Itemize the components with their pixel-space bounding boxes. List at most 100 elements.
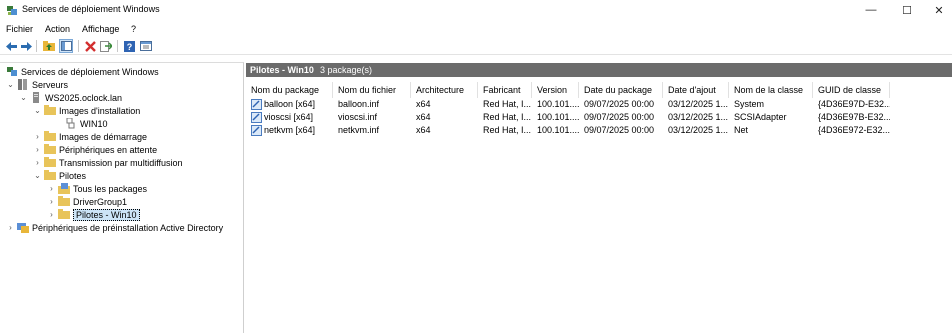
image-group-icon	[65, 117, 77, 129]
tree-label: Tous les packages	[73, 183, 148, 194]
console-tree: Services de déploiement Windows ⌄ Serveu…	[0, 62, 244, 333]
toolbar: ?	[0, 37, 952, 55]
column-header[interactable]: Version	[532, 82, 579, 98]
properties-icon[interactable]	[139, 39, 153, 53]
chevron-right-icon[interactable]: ›	[47, 197, 56, 206]
close-button[interactable]: ✕	[922, 0, 952, 20]
table-header-row: Nom du package Nom du fichier Architectu…	[246, 82, 952, 98]
help-icon[interactable]: ?	[122, 39, 136, 53]
chevron-right-icon[interactable]: ›	[33, 145, 42, 154]
table-cell: x64	[416, 112, 431, 122]
tree-item-multicast[interactable]: › Transmission par multidiffusion	[33, 156, 183, 169]
details-title: Pilotes - Win10	[250, 65, 314, 75]
column-header[interactable]: GUID de classe	[813, 82, 890, 98]
driver-package-icon	[251, 99, 262, 110]
cell-text: balloon [x64]	[264, 99, 316, 109]
toolbar-separator	[78, 40, 79, 52]
menu-fichier[interactable]: Fichier	[6, 24, 33, 34]
folder-icon	[58, 196, 70, 207]
server-icon	[30, 92, 42, 103]
tree-label: Périphériques de préinstallation Active …	[32, 222, 224, 233]
tree-item-drivers-win10[interactable]: › Pilotes - Win10	[47, 208, 140, 221]
driver-package-icon	[251, 125, 262, 136]
ad-devices-icon	[17, 222, 29, 233]
driver-package-icon	[251, 112, 262, 123]
table-cell: Red Hat, I...	[483, 125, 532, 135]
tree-item-drivergroup1[interactable]: › DriverGroup1	[47, 195, 127, 208]
folder-icon	[44, 157, 56, 168]
column-header[interactable]: Nom du fichier	[333, 82, 411, 98]
tree-item-ad-prestaged[interactable]: › Périphériques de préinstallation Activ…	[6, 221, 223, 234]
table-cell: Red Hat, I...	[483, 112, 532, 122]
table-cell: 100.101....	[537, 112, 579, 122]
table-cell: System	[734, 99, 765, 109]
export-icon[interactable]	[99, 39, 113, 53]
tree-root[interactable]: Services de déploiement Windows	[4, 65, 159, 78]
table-cell: 03/12/2025 1...	[668, 112, 729, 122]
table-cell: x64	[416, 125, 431, 135]
tree-item-install-images[interactable]: ⌄ Images d'installation	[33, 104, 140, 117]
folder-icon	[44, 144, 56, 155]
details-header: Pilotes - Win10 3 package(s)	[246, 63, 952, 77]
chevron-down-icon[interactable]: ⌄	[6, 80, 15, 89]
chevron-right-icon[interactable]: ›	[47, 210, 56, 219]
maximize-button[interactable]: ☐	[890, 0, 924, 20]
table-row[interactable]: netkvm [x64] netkvm.inf x64 Red Hat, I..…	[246, 124, 952, 137]
table-cell: Net	[734, 125, 749, 135]
table-cell: vioscsi.inf	[338, 112, 378, 122]
table-cell: 09/07/2025 00:00	[584, 112, 655, 122]
tree-label: Pilotes	[59, 170, 87, 181]
menu-action[interactable]: Action	[45, 24, 70, 34]
chevron-right-icon[interactable]: ›	[33, 158, 42, 167]
tree-label: Transmission par multidiffusion	[59, 157, 183, 168]
tree-item-server[interactable]: ⌄ WS2025.oclock.lan	[19, 91, 122, 104]
minimize-button[interactable]: —	[854, 0, 888, 20]
tree-item-boot-images[interactable]: › Images de démarrage	[33, 130, 147, 143]
wds-app-icon	[7, 6, 17, 15]
menu-help[interactable]: ?	[131, 24, 136, 34]
column-header[interactable]: Fabricant	[478, 82, 532, 98]
delete-icon[interactable]	[83, 39, 97, 53]
servers-icon	[17, 79, 29, 90]
column-header[interactable]: Architecture	[411, 82, 478, 98]
chevron-right-icon[interactable]: ›	[6, 223, 15, 232]
tree-item-servers[interactable]: ⌄ Serveurs	[6, 78, 68, 91]
column-header[interactable]: Date d'ajout	[663, 82, 729, 98]
chevron-right-icon[interactable]: ›	[33, 132, 42, 141]
table-cell: {4D36E97D-E32...	[818, 99, 890, 109]
back-icon[interactable]	[4, 39, 18, 53]
title-bar: Services de déploiement Windows — ☐ ✕	[0, 0, 952, 20]
table-cell: 03/12/2025 1...	[668, 125, 729, 135]
column-header[interactable]: Nom du package	[246, 82, 333, 98]
packages-icon	[58, 183, 70, 194]
window-title: Services de déploiement Windows	[22, 4, 160, 14]
tree-label: Pilotes - Win10	[73, 208, 140, 221]
forward-icon[interactable]	[19, 39, 33, 53]
menu-affichage[interactable]: Affichage	[82, 24, 119, 34]
toolbar-separator	[36, 40, 37, 52]
tree-item-win10[interactable]: WIN10	[54, 117, 108, 130]
tree-item-pending-devices[interactable]: › Périphériques en attente	[33, 143, 157, 156]
wds-icon	[6, 66, 18, 77]
show-hide-tree-icon[interactable]	[59, 39, 73, 53]
table-row[interactable]: balloon [x64] balloon.inf x64 Red Hat, I…	[246, 98, 952, 111]
chevron-down-icon[interactable]: ⌄	[19, 93, 28, 102]
table-cell: 09/07/2025 00:00	[584, 99, 655, 109]
menu-bar: Fichier Action Affichage ?	[0, 21, 952, 37]
tree-label: Serveurs	[32, 79, 69, 90]
package-count: 3 package(s)	[319, 65, 372, 75]
column-header[interactable]: Date du package	[579, 82, 663, 98]
chevron-down-icon[interactable]: ⌄	[33, 171, 42, 180]
table-row[interactable]: vioscsi [x64] vioscsi.inf x64 Red Hat, I…	[246, 111, 952, 124]
tree-item-all-packages[interactable]: › Tous les packages	[47, 182, 147, 195]
tree-item-drivers[interactable]: ⌄ Pilotes	[33, 169, 86, 182]
up-folder-icon[interactable]	[42, 39, 56, 53]
folder-icon	[58, 209, 70, 220]
chevron-down-icon[interactable]: ⌄	[33, 106, 42, 115]
package-name-cell: netkvm [x64]	[246, 124, 333, 137]
table-cell: netkvm.inf	[338, 125, 380, 135]
folder-icon	[44, 170, 56, 181]
column-header[interactable]: Nom de la classe	[729, 82, 813, 98]
tree-label: Images de démarrage	[59, 131, 148, 142]
chevron-right-icon[interactable]: ›	[47, 184, 56, 193]
